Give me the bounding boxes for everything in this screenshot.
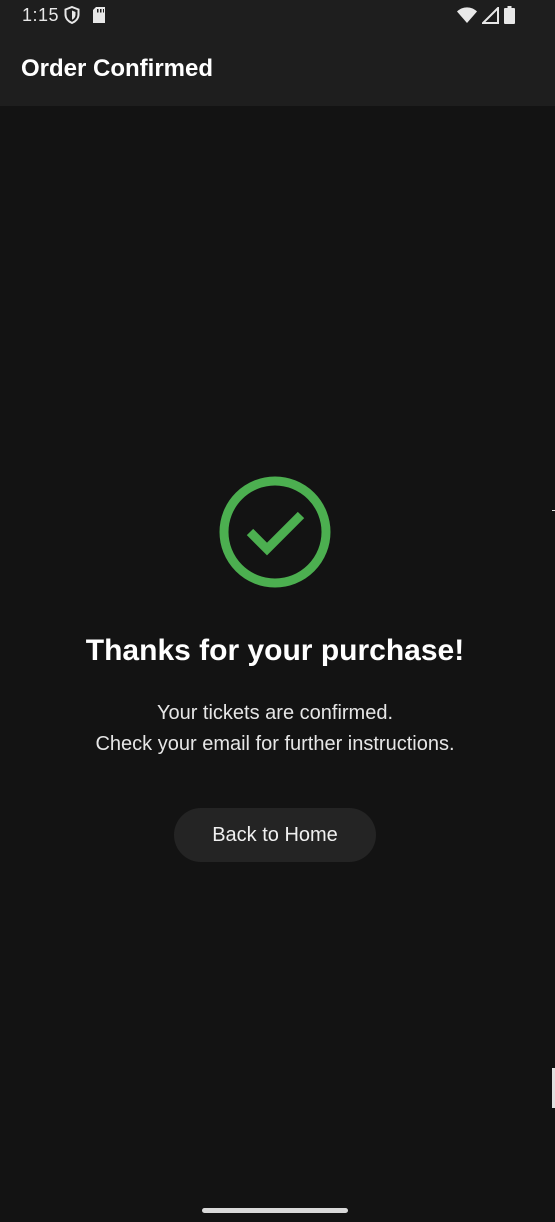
status-right-icons bbox=[457, 5, 515, 29]
signal-icon bbox=[480, 5, 499, 29]
status-left-icons bbox=[64, 5, 106, 29]
status-bar: 1:15 bbox=[0, 0, 555, 32]
check-circle-icon bbox=[217, 474, 333, 590]
back-to-home-button[interactable]: Back to Home bbox=[174, 808, 376, 862]
confirmation-message: Your tickets are confirmed. Check your e… bbox=[0, 698, 550, 760]
wifi-icon bbox=[457, 7, 477, 28]
home-indicator[interactable] bbox=[202, 1208, 348, 1213]
battery-icon bbox=[504, 6, 515, 29]
confirmation-content: Thanks for your purchase! Your tickets a… bbox=[0, 106, 555, 1222]
confirmation-headline: Thanks for your purchase! bbox=[85, 634, 465, 667]
shield-icon bbox=[64, 5, 80, 29]
app-bar: Order Confirmed bbox=[0, 32, 555, 106]
sd-card-icon bbox=[92, 7, 106, 28]
confirmation-line-1: Your tickets are confirmed. bbox=[156, 702, 394, 724]
page-title: Order Confirmed bbox=[21, 55, 214, 82]
status-time: 1:15 bbox=[22, 5, 60, 25]
order-confirmed-screen: 1:15 Order Confirmed Thanks for your pur… bbox=[0, 0, 555, 1222]
confirmation-line-2: Check your email for further instruction… bbox=[95, 733, 455, 755]
